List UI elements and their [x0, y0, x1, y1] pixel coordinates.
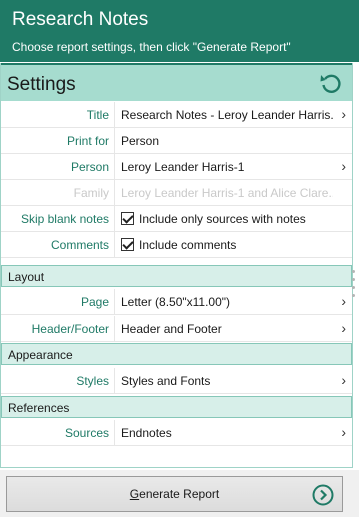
- chevron-right-icon[interactable]: ›: [341, 293, 346, 309]
- page-value[interactable]: Letter (8.50"x11.00") ›: [114, 289, 352, 315]
- family-row: Family Leroy Leander Harris-1 and Alice …: [1, 180, 352, 206]
- header-footer-row[interactable]: Header/Footer Header and Footer ›: [1, 316, 352, 342]
- print-for-value[interactable]: Person: [114, 128, 352, 154]
- window-title: Research Notes: [12, 9, 149, 30]
- references-section-header: References: [1, 396, 352, 418]
- styles-value-text: Styles and Fonts: [121, 374, 211, 388]
- resize-grip[interactable]: [352, 270, 356, 306]
- title-label: Title: [86, 108, 109, 122]
- title-row[interactable]: Title Research Notes - Leroy Leander Har…: [1, 102, 352, 128]
- person-row[interactable]: Person Leroy Leander Harris-1 ›: [1, 154, 352, 180]
- page-row[interactable]: Page Letter (8.50"x11.00") ›: [1, 289, 352, 315]
- page-value-text: Letter (8.50"x11.00"): [121, 295, 231, 309]
- layout-heading: Layout: [8, 270, 45, 284]
- sources-value[interactable]: Endnotes ›: [114, 420, 352, 446]
- print-for-label: Print for: [66, 134, 109, 148]
- settings-panel: Settings Title Research Notes - Leroy Le…: [0, 63, 353, 468]
- sources-row[interactable]: Sources Endnotes ›: [1, 420, 352, 446]
- skip-blank-notes-label: Skip blank notes: [20, 212, 109, 226]
- generate-report-label: Generate Report: [129, 487, 220, 501]
- print-for-row[interactable]: Print for Person: [1, 128, 352, 154]
- comments-label: Comments: [50, 238, 109, 252]
- styles-value[interactable]: Styles and Fonts ›: [114, 368, 352, 394]
- header-footer-value[interactable]: Header and Footer ›: [114, 316, 352, 342]
- appearance-section-header: Appearance: [1, 343, 352, 365]
- page-label: Page: [80, 295, 109, 309]
- family-value: Leroy Leander Harris-1 and Alice Clare..…: [114, 180, 352, 206]
- comments-row[interactable]: Comments Include comments: [1, 232, 352, 258]
- person-value-text: Leroy Leander Harris-1: [121, 160, 245, 174]
- comments-checkbox[interactable]: [121, 238, 134, 251]
- sources-value-text: Endnotes: [121, 426, 172, 440]
- header-footer-value-text: Header and Footer: [121, 322, 222, 336]
- styles-label: Styles: [76, 374, 109, 388]
- chevron-right-icon[interactable]: ›: [341, 106, 346, 122]
- references-heading: References: [8, 401, 70, 415]
- family-label: Family: [73, 186, 109, 200]
- footer-bar: Generate Report: [0, 470, 359, 517]
- settings-header: Settings: [1, 63, 352, 101]
- person-value[interactable]: Leroy Leander Harris-1 ›: [114, 154, 352, 180]
- title-value-text: Research Notes - Leroy Leander Harris...: [121, 108, 333, 122]
- sources-label: Sources: [64, 426, 109, 440]
- appearance-heading: Appearance: [8, 348, 73, 362]
- comments-text: Include comments: [139, 238, 237, 252]
- skip-blank-notes-row[interactable]: Skip blank notes Include only sources wi…: [1, 206, 352, 232]
- person-label: Person: [70, 160, 109, 174]
- skip-blank-notes-checkbox[interactable]: [121, 212, 134, 225]
- skip-blank-notes-text: Include only sources with notes: [139, 212, 306, 226]
- skip-blank-notes-value[interactable]: Include only sources with notes: [114, 206, 352, 232]
- print-for-value-text: Person: [121, 134, 160, 148]
- settings-heading: Settings: [7, 74, 76, 95]
- chevron-right-icon[interactable]: ›: [341, 424, 346, 440]
- title-bar: Research Notes Choose report settings, t…: [0, 0, 359, 62]
- header-footer-label: Header/Footer: [31, 322, 109, 336]
- layout-section-header: Layout: [1, 265, 352, 287]
- title-value[interactable]: Research Notes - Leroy Leander Harris...…: [114, 102, 352, 128]
- arrow-circle-right-icon: [312, 484, 334, 506]
- chevron-right-icon[interactable]: ›: [341, 372, 346, 388]
- styles-row[interactable]: Styles Styles and Fonts ›: [1, 368, 352, 394]
- window-subtitle: Choose report settings, then click "Gene…: [12, 40, 291, 54]
- reset-icon[interactable]: [318, 71, 344, 97]
- comments-value[interactable]: Include comments: [114, 232, 352, 258]
- generate-report-button[interactable]: Generate Report: [6, 476, 343, 512]
- chevron-right-icon[interactable]: ›: [341, 320, 346, 336]
- family-value-text: Leroy Leander Harris-1 and Alice Clare..…: [121, 186, 333, 200]
- chevron-right-icon[interactable]: ›: [341, 158, 346, 174]
